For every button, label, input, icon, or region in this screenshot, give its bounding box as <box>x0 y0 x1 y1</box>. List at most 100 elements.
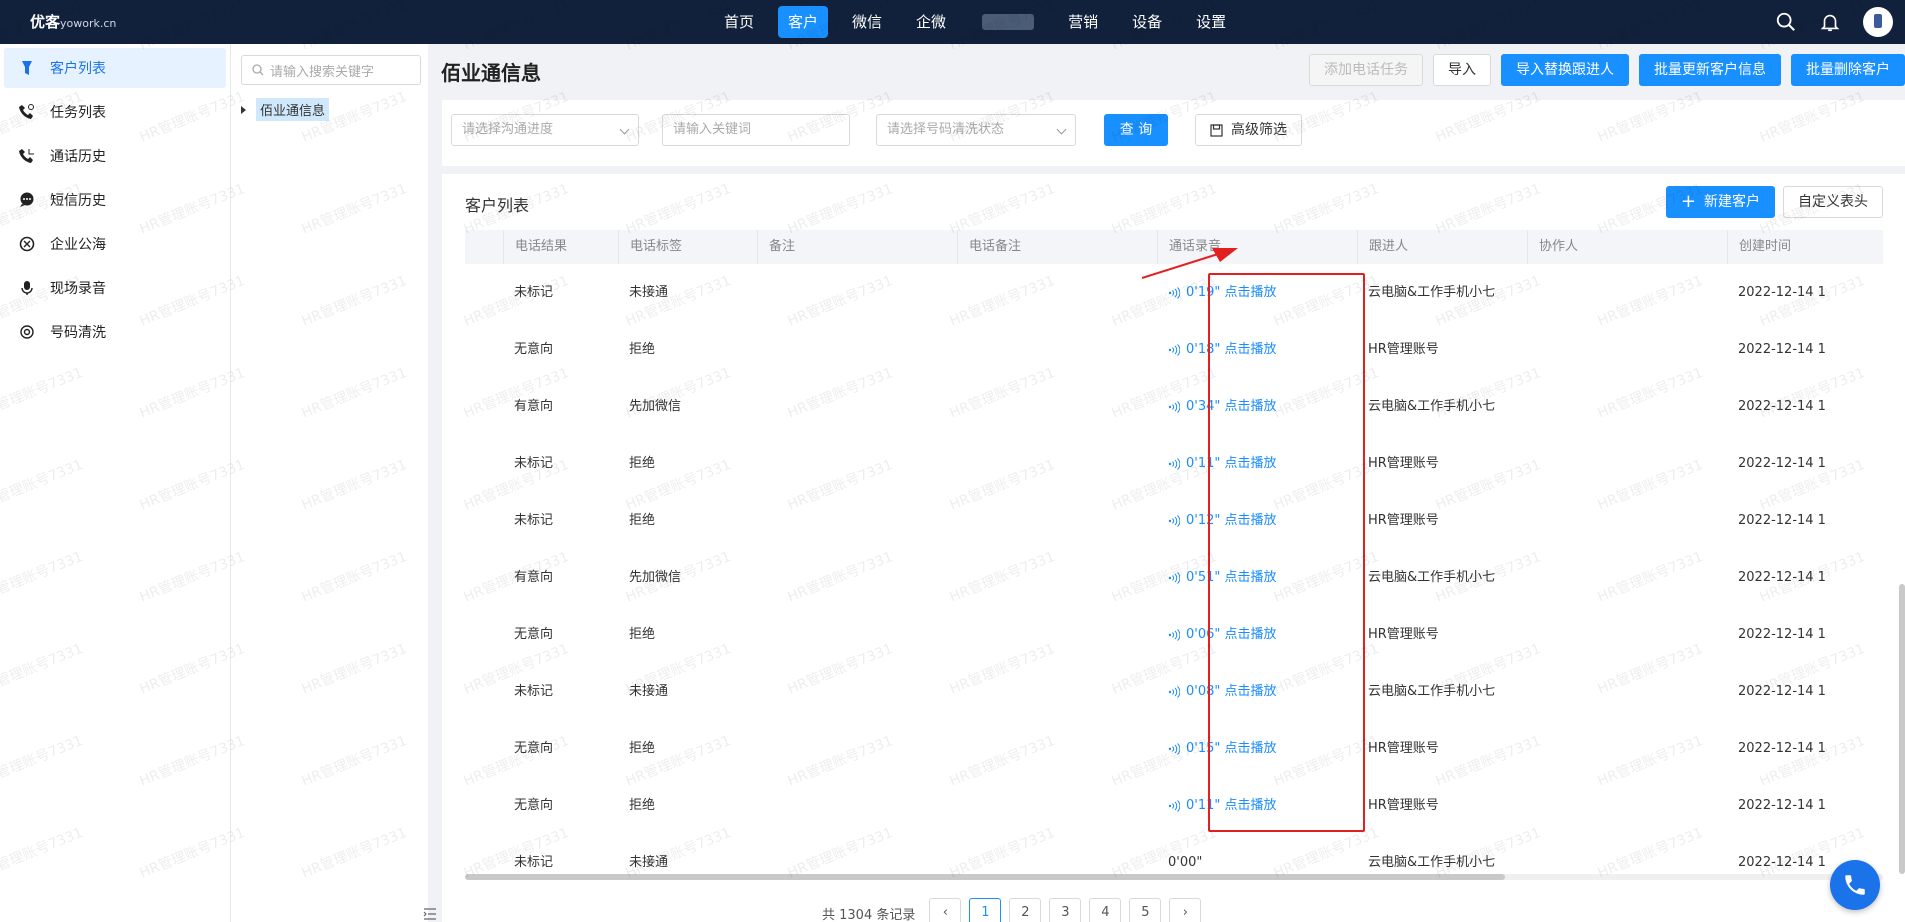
table-row[interactable]: 无意向 拒绝 0'11" 点击播放 HR管理账号 2022-12-14 1 <box>465 777 1883 834</box>
bulk-delete-button[interactable]: 批量删除客户 <box>1791 54 1905 86</box>
cell-call-recording[interactable]: 0'15" 点击播放 <box>1157 720 1277 777</box>
col-created-time[interactable]: 创建时间 <box>1727 230 1883 264</box>
page-3[interactable]: 3 <box>1049 898 1082 922</box>
cell-call-recording[interactable]: 0'11" 点击播放 <box>1157 777 1277 834</box>
search-icon[interactable] <box>1775 11 1797 33</box>
table-row[interactable]: 有意向 先加微信 0'34" 点击播放 云电脑&工作手机小七 2022-12-14 1 <box>465 378 1883 435</box>
cell-follower: 云电脑&工作手机小七 <box>1368 570 1496 585</box>
col-collaborator[interactable]: 协作人 <box>1527 230 1727 264</box>
cell-follower: HR管理账号 <box>1368 627 1439 642</box>
tree-search-input[interactable]: 请输入搜索关键字 <box>241 55 421 85</box>
bell-icon[interactable] <box>1819 11 1841 33</box>
nav-wechat[interactable]: 微信 <box>842 6 892 38</box>
sidebar-item-sms-history[interactable]: 短信历史 <box>4 180 226 220</box>
nav-devices[interactable]: 设备 <box>1122 6 1172 38</box>
table-row[interactable]: 未标记 拒绝 0'12" 点击播放 HR管理账号 2022-12-14 1 <box>465 492 1883 549</box>
caret-right-icon[interactable] <box>241 105 246 114</box>
table-row[interactable]: 未标记 拒绝 0'11" 点击播放 HR管理账号 2022-12-14 1 <box>465 435 1883 492</box>
col-call-result[interactable]: 电话结果 <box>503 230 619 264</box>
page-2[interactable]: 2 <box>1009 898 1042 922</box>
cell-created-time: 2022-12-14 1 <box>1738 627 1826 642</box>
keyword-input-placeholder: 请输入关键词 <box>673 122 752 137</box>
clean-status-select[interactable]: 请选择号码清洗状态 <box>876 114 1076 146</box>
vertical-scrollbar[interactable] <box>1899 584 1905 874</box>
sidebar-item-live-recording[interactable]: 现场录音 <box>4 268 226 308</box>
nav-blurred-item[interactable] <box>982 14 1035 30</box>
advanced-filter-button[interactable]: 高级筛选 <box>1195 114 1302 146</box>
query-button[interactable]: 查 询 <box>1104 114 1168 146</box>
nav-customer[interactable]: 客户 <box>778 6 829 38</box>
chevron-down-icon <box>619 124 630 135</box>
sidebar-item-label: 企业公海 <box>50 237 106 253</box>
cell-call-recording[interactable]: 0'34" 点击播放 <box>1157 378 1277 435</box>
phone-call-button[interactable] <box>1830 860 1880 910</box>
cell-call-result: 无意向 <box>514 741 554 756</box>
audio-wave-icon <box>1168 514 1180 527</box>
cell-call-recording[interactable]: 0'18" 点击播放 <box>1157 321 1277 378</box>
nav-home[interactable]: 首页 <box>714 6 764 38</box>
cell-call-recording[interactable]: 0'06" 点击播放 <box>1157 606 1277 663</box>
app-logo[interactable]: 优客yowork.cn <box>30 11 116 32</box>
add-call-task-button[interactable]: 添加电话任务 <box>1309 54 1423 86</box>
custom-header-button[interactable]: 自定义表头 <box>1783 186 1883 218</box>
sidebar-item-customer-list[interactable]: 客户列表 <box>4 48 226 88</box>
scrollbar-thumb[interactable] <box>465 874 1505 880</box>
nav-marketing[interactable]: 营销 <box>1058 6 1108 38</box>
audio-wave-icon <box>1168 286 1180 299</box>
sidebar-item-public-sea[interactable]: 企业公海 <box>4 224 226 264</box>
prev-page-button[interactable]: ‹ <box>929 898 962 922</box>
cell-call-result: 无意向 <box>514 627 554 642</box>
sidebar-item-task-list[interactable]: 任务列表 <box>4 92 226 132</box>
cell-call-recording[interactable]: 0'51" 点击播放 <box>1157 549 1277 606</box>
new-customer-button[interactable]: + 新建客户 <box>1665 186 1775 218</box>
table-row[interactable]: 无意向 拒绝 0'15" 点击播放 HR管理账号 2022-12-14 1 <box>465 720 1883 777</box>
cell-call-result: 无意向 <box>514 342 554 357</box>
col-call-tag[interactable]: 电话标签 <box>618 230 758 264</box>
progress-select[interactable]: 请选择沟通进度 <box>451 114 639 146</box>
recording-label: 0'15" 点击播放 <box>1186 741 1277 756</box>
page-5[interactable]: 5 <box>1129 898 1162 922</box>
collapse-panel-icon[interactable] <box>423 908 437 920</box>
table-row[interactable]: 未标记 未接通 0'00" 云电脑&工作手机小七 2022-12-14 1 <box>465 834 1883 891</box>
cell-created-time: 2022-12-14 1 <box>1738 855 1826 870</box>
cell-call-result: 有意向 <box>514 570 554 585</box>
page-1[interactable]: 1 <box>969 898 1002 922</box>
cell-call-recording[interactable]: 0'12" 点击播放 <box>1157 492 1277 549</box>
cell-call-result: 未标记 <box>514 456 554 471</box>
avatar[interactable] <box>1863 7 1893 37</box>
page-4[interactable]: 4 <box>1089 898 1122 922</box>
nav-work-wechat[interactable]: 企微 <box>906 6 956 38</box>
table-row[interactable]: 有意向 先加微信 0'51" 点击播放 云电脑&工作手机小七 2022-12-14 1 <box>465 549 1883 606</box>
cell-call-recording[interactable]: 0'08" 点击播放 <box>1157 663 1277 720</box>
bulk-update-button[interactable]: 批量更新客户信息 <box>1639 54 1781 86</box>
cell-created-time: 2022-12-14 1 <box>1738 342 1826 357</box>
col-remark[interactable]: 备注 <box>757 230 923 264</box>
col-follower[interactable]: 跟进人 <box>1357 230 1527 264</box>
table-row[interactable]: 无意向 拒绝 0'18" 点击播放 HR管理账号 2022-12-14 1 <box>465 321 1883 378</box>
table-row[interactable]: 未标记 未接通 0'19" 点击播放 云电脑&工作手机小七 2022-12-14 1 <box>465 264 1883 321</box>
sidebar-item-number-cleaning[interactable]: 号码清洗 <box>4 312 226 352</box>
table-row[interactable]: 未标记 未接通 0'08" 点击播放 云电脑&工作手机小七 2022-12-14 1 <box>465 663 1883 720</box>
next-page-button[interactable]: › <box>1169 898 1202 922</box>
col-call-remark[interactable]: 电话备注 <box>957 230 1157 264</box>
horizontal-scrollbar[interactable] <box>465 874 1883 880</box>
page-title: 佰业通信息 <box>441 61 541 85</box>
cell-call-tag: 拒绝 <box>629 627 656 642</box>
new-customer-label: 新建客户 <box>1704 194 1760 210</box>
nav-settings[interactable]: 设置 <box>1186 6 1236 38</box>
table-row[interactable]: 无意向 拒绝 0'06" 点击播放 HR管理账号 2022-12-14 1 <box>465 606 1883 663</box>
col-call-recording[interactable]: 通话录音 <box>1157 230 1357 264</box>
tree-node[interactable]: 佰业通信息 <box>241 98 330 121</box>
import-button[interactable]: 导入 <box>1433 54 1491 86</box>
keyword-input[interactable]: 请输入关键词 <box>662 114 850 146</box>
import-replace-follower-button[interactable]: 导入替换跟进人 <box>1501 54 1629 86</box>
sidebar-item-label: 现场录音 <box>50 281 106 297</box>
cell-call-recording[interactable]: 0'19" 点击播放 <box>1157 264 1277 321</box>
recording-label: 0'12" 点击播放 <box>1186 513 1277 528</box>
cell-call-result: 未标记 <box>514 684 554 699</box>
sidebar-item-call-history[interactable]: 通话历史 <box>4 136 226 176</box>
list-title: 客户列表 <box>465 196 530 215</box>
cell-call-tag: 未接通 <box>629 684 669 699</box>
cell-call-recording[interactable]: 0'11" 点击播放 <box>1157 435 1277 492</box>
clean-icon <box>18 323 36 341</box>
